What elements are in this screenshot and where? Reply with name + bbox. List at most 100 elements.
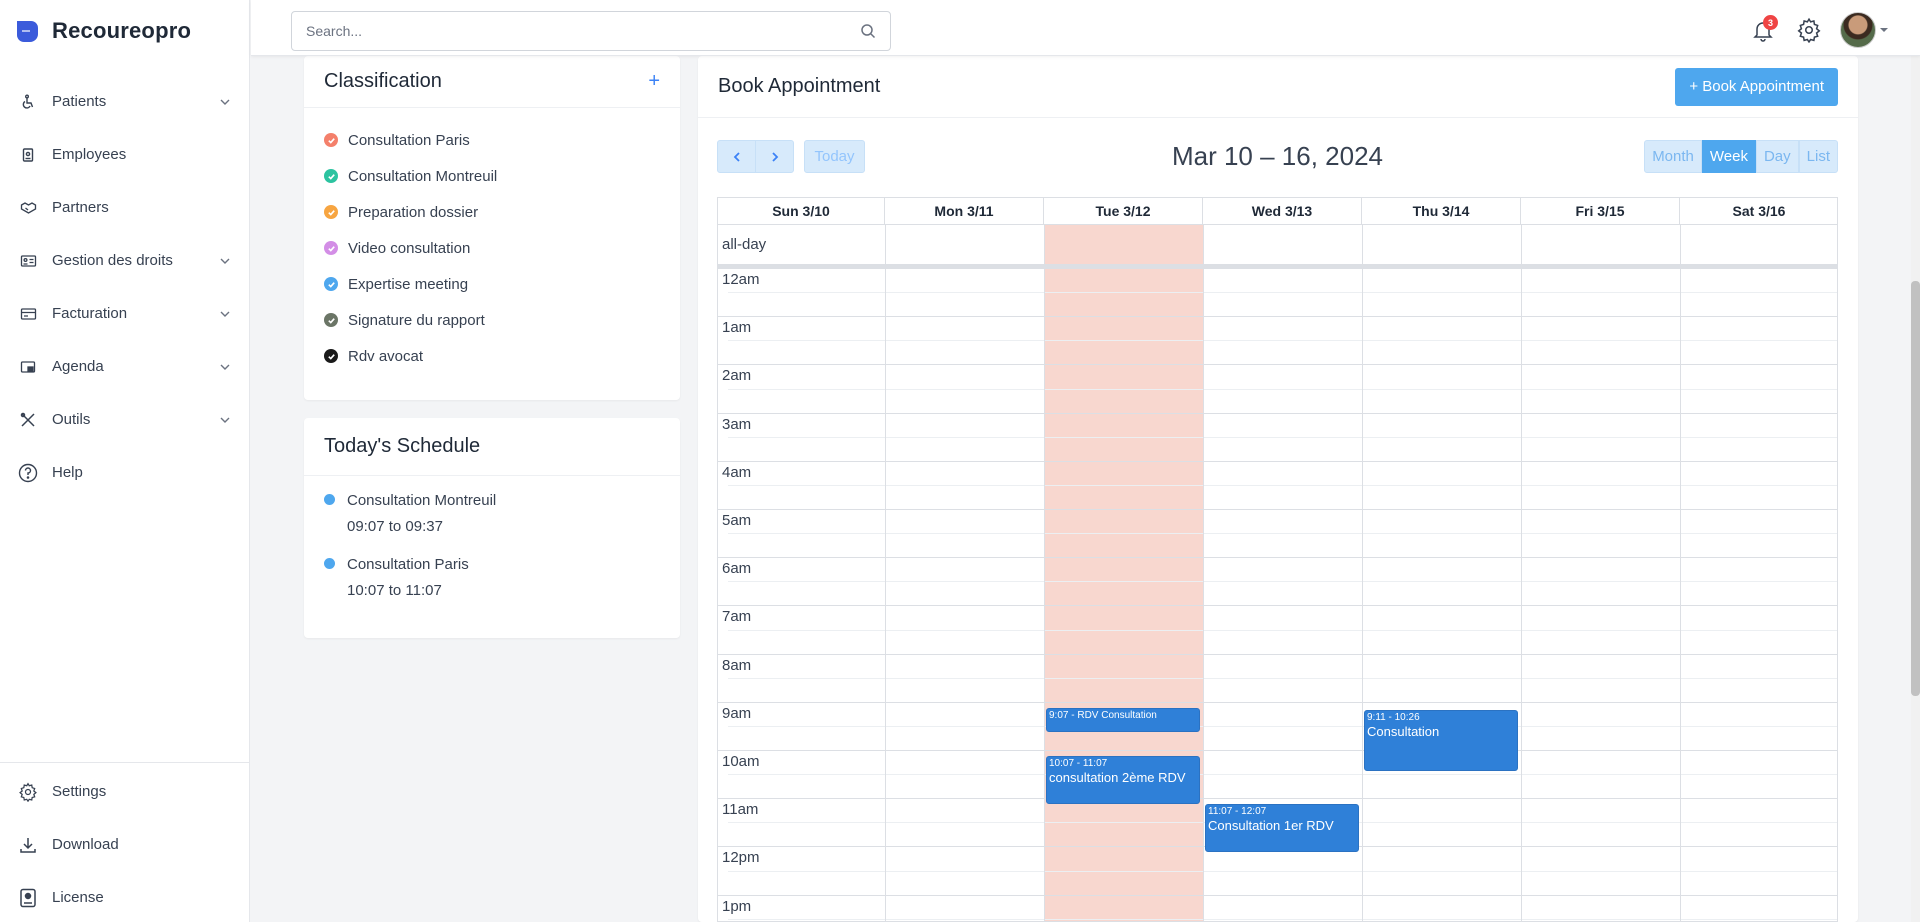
check-circle-icon [324,277,338,291]
half-hour-line [728,629,1837,631]
classification-title: Classification [324,70,442,92]
chevron-down-icon [218,360,232,374]
add-classification-button[interactable]: + [648,70,660,93]
classification-item[interactable]: Video consultation [324,230,660,266]
half-hour-line [728,340,1837,342]
page-scrollbar[interactable] [1911,56,1920,922]
schedule-item-time: 09:07 to 09:37 [347,518,443,535]
user-menu[interactable] [1840,12,1888,48]
chevron-down-icon [218,95,232,109]
sidebar-item-help[interactable]: Help [0,446,250,499]
calendar-event[interactable]: 10:07 - 11:07 consultation 2ème RDV [1046,755,1200,804]
check-circle-icon [324,349,338,363]
classification-label: Expertise meeting [348,275,469,293]
gear-icon[interactable] [1796,17,1822,43]
search-icon[interactable] [860,23,876,39]
view-list-button[interactable]: List [1798,140,1838,173]
half-hour-line [728,725,1837,727]
classification-item[interactable]: Signature du rapport [324,302,660,338]
time-label: 3am [722,415,752,433]
view-day-button[interactable]: Day [1755,140,1799,173]
time-label: 5am [722,512,752,529]
event-time: 9:11 - 10:26 [1367,712,1420,724]
sidebar-item-download[interactable]: Download [0,818,250,871]
schedule-item[interactable]: Consultation Montreuil 09:07 to 09:37 [324,488,660,540]
sidebar-item-patients[interactable]: Patients [0,75,250,128]
brand[interactable]: Recoureopro [14,18,191,44]
time-label: 6am [722,560,752,578]
day-header[interactable]: Fri 3/15 [1521,198,1680,225]
topbar-actions: 3 [1748,12,1888,48]
allday-label: all-day [722,236,767,253]
classification-item[interactable]: Preparation dossier [324,194,660,230]
help-icon [18,463,38,483]
schedule-item[interactable]: Consultation Paris 10:07 to 11:07 [324,552,660,604]
chevron-down-icon [218,254,232,268]
sidebar-item-agenda[interactable]: Agenda [0,340,250,393]
day-header[interactable]: Wed 3/13 [1203,198,1362,225]
sidebar-nav: Patients Employees Partners Gestion des dro… [0,75,250,499]
half-hour-line [728,388,1837,390]
week-grid: 12am 1am 2am 3am 4am 5am 6am 7am 8am 9am 10am 11am 1… [717,197,1838,922]
check-circle-icon [324,169,338,183]
search-box[interactable] [291,11,891,51]
sidebar-item-label: Partners [52,199,109,216]
classification-item[interactable]: Consultation Montreuil [324,158,660,194]
sidebar-item-label: Agenda [52,358,104,375]
sidebar-item-facturation[interactable]: Facturation [0,287,250,340]
chevron-down-icon [218,307,232,321]
classification-label: Rdv avocat [348,347,424,365]
notifications-button[interactable]: 3 [1748,15,1778,45]
day-column-line [1203,225,1204,921]
sidebar-item-label: Gestion des droits [52,252,173,269]
topbar: 3 [251,0,1920,56]
classification-item[interactable]: Rdv avocat [324,338,660,374]
day-header[interactable]: Mon 3/11 [885,198,1044,225]
status-dot [324,494,335,505]
billing-icon [18,304,38,324]
day-header[interactable]: Thu 3/14 [1362,198,1521,225]
half-hour-line [728,870,1837,872]
calendar-event[interactable]: 11:07 - 12:07 Consultation 1er RDV [1205,803,1359,853]
sidebar-item-settings[interactable]: Settings [0,765,250,818]
prev-week-button[interactable] [717,140,756,173]
half-hour-line [728,533,1837,535]
book-appointment-button[interactable]: + Book Appointment [1675,67,1838,106]
calendar-event[interactable]: 9:07 - RDV Consultation [1046,707,1200,732]
sidebar-item-label: Help [52,464,83,481]
time-label: 11am [722,801,759,819]
time-label: 7am [722,608,752,626]
time-label: 1am [722,319,752,337]
half-hour-line [728,292,1837,294]
sidebar-item-label: Settings [52,783,107,800]
time-label: 10am [722,753,760,770]
time-label: 12am [722,271,760,288]
schedule-item-title: Consultation Montreuil [347,492,497,509]
wheelchair-icon [18,92,38,112]
time-label: 2am [722,367,752,385]
classification-item[interactable]: Expertise meeting [324,266,660,302]
scrollbar-thumb[interactable] [1911,281,1920,696]
calendar-event[interactable]: 9:11 - 10:26 Consultation [1364,710,1518,771]
classification-item[interactable]: Consultation Paris [324,122,660,158]
view-week-button[interactable]: Week [1701,140,1756,173]
sidebar-item-partners[interactable]: Partners [0,181,250,234]
today-button[interactable]: Today [804,140,865,173]
day-header[interactable]: Tue 3/12 [1044,198,1203,225]
status-dot [324,558,335,569]
day-header[interactable]: Sun 3/10 [718,198,885,225]
day-column-line [1362,225,1363,921]
search-input[interactable] [306,23,860,39]
sidebar-item-license[interactable]: License [0,871,250,922]
caret-down-icon [1880,28,1888,32]
sidebar-item-outils[interactable]: Outils [0,393,250,446]
next-week-button[interactable] [755,140,794,173]
event-title: consultation 2ème RDV [1049,769,1186,785]
day-header[interactable]: Sat 3/16 [1680,198,1837,225]
sidebar-item-gestion-des-droits[interactable]: Gestion des droits [0,234,250,287]
view-month-button[interactable]: Month [1644,140,1702,173]
classification-card: Classification + Consultation Paris Consu… [304,56,680,400]
sidebar-item-employees[interactable]: Employees [0,128,250,181]
calendar-header: Book Appointment + Book Appointment [698,56,1858,118]
license-icon [18,888,38,908]
